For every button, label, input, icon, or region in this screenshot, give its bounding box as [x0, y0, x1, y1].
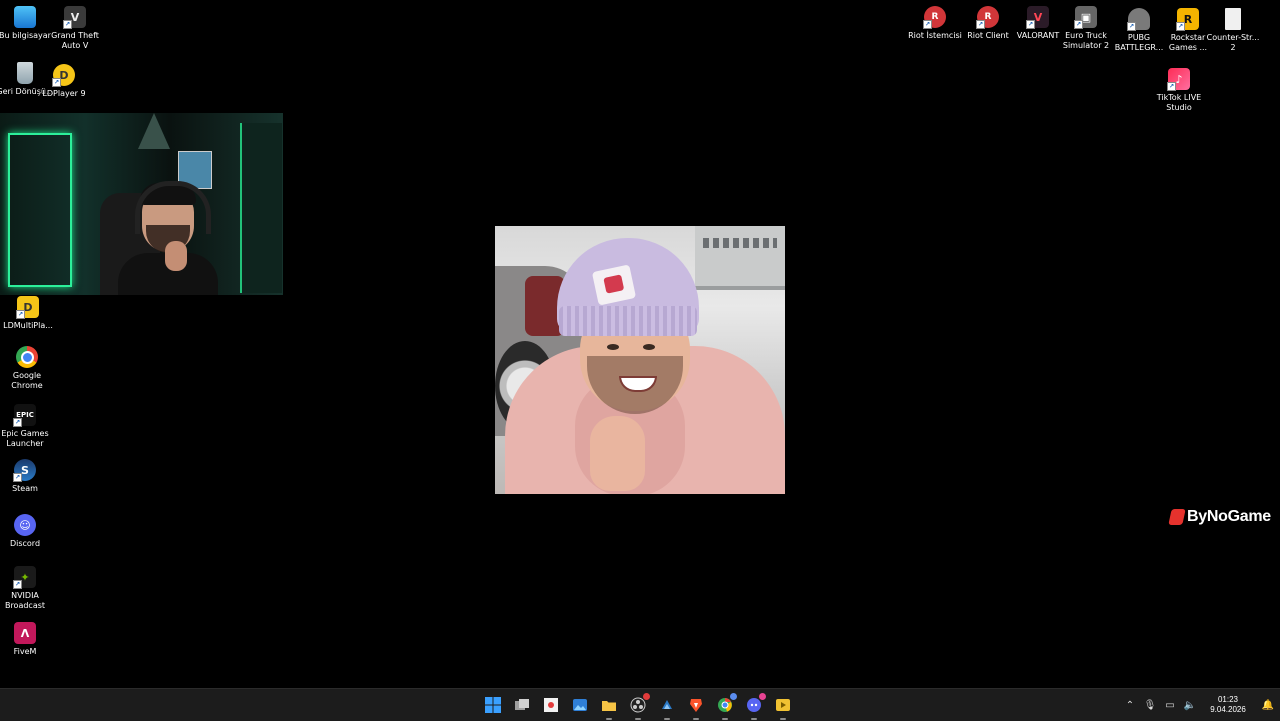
- taskbar-apps: [483, 689, 793, 721]
- system-tray: ⌃ 🎙 ▭ 🔈 01:23 9.04.2026 🔔: [1120, 689, 1280, 721]
- rockstar-icon: R ↗: [1176, 8, 1199, 31]
- desktop-icon-label: Grand Theft Auto V: [51, 31, 99, 50]
- epic-games-icon: EPIC ↗: [13, 404, 36, 427]
- ldplayer-icon: D ↗: [52, 64, 75, 87]
- truck-icon: ▣ ↗: [1074, 6, 1097, 29]
- center-photo: [495, 226, 785, 494]
- notification-dot-icon: [759, 693, 766, 700]
- brave-button[interactable]: [686, 693, 706, 720]
- desktop-icon-euro-truck[interactable]: ▣ ↗ Euro Truck Simulator 2: [1058, 6, 1114, 51]
- notification-bell-icon[interactable]: 🔔: [1256, 700, 1280, 711]
- chrome-icon: [16, 346, 38, 368]
- taskbar: ⌃ 🎙 ▭ 🔈 01:23 9.04.2026 🔔: [0, 688, 1280, 721]
- monitor-icon: [14, 6, 36, 28]
- obs-button[interactable]: [628, 693, 650, 720]
- steam-icon: S ↗: [13, 459, 36, 482]
- clock[interactable]: 01:23 9.04.2026: [1200, 695, 1256, 715]
- clock-date: 9.04.2026: [1210, 705, 1246, 714]
- nvidia-broadcast-icon: ✦ ↗: [13, 566, 36, 589]
- valorant-icon: V ↗: [1026, 6, 1049, 29]
- desktop-icon-fivem[interactable]: Λ FiveM: [0, 622, 53, 657]
- notification-dot-icon: [730, 693, 737, 700]
- task-view-button[interactable]: [512, 693, 532, 717]
- desktop-icon-label: Discord: [9, 539, 41, 548]
- desktop-icon-label: Steam: [12, 484, 38, 493]
- desktop-icon-chrome[interactable]: Google Chrome: [0, 346, 55, 391]
- recycle-bin-icon: [17, 62, 33, 84]
- desktop-icon-label: Counter-Str... 2: [1206, 33, 1260, 52]
- ldmultiplayer-icon: D ↗: [16, 296, 39, 319]
- desktop-icon-label: FiveM: [13, 647, 37, 656]
- tiktok-live-icon: ♪ ↗: [1167, 68, 1190, 91]
- clock-time: 01:23: [1217, 695, 1239, 704]
- desktop-icon-nvidia-broadcast[interactable]: ✦ ↗ NVIDIA Broadcast: [0, 566, 53, 611]
- folder-icon: [602, 701, 616, 711]
- webcam-overlay: [0, 113, 283, 295]
- file-icon: [1225, 8, 1241, 30]
- riot-client-icon: R ↗: [976, 6, 999, 29]
- desktop-icon-label: Riot İstemcisi: [908, 31, 962, 40]
- desktop-icon-riot-client[interactable]: R ↗ Riot Client: [960, 6, 1016, 41]
- media-player-button[interactable]: [773, 693, 793, 720]
- network-icon[interactable]: ▭: [1160, 700, 1180, 711]
- desktop-icon-epic-games[interactable]: EPIC ↗ Epic Games Launcher: [0, 404, 53, 449]
- speaker-icon[interactable]: 🔈: [1180, 700, 1200, 711]
- desktop-icon-label: Google Chrome: [11, 371, 43, 390]
- bynogame-logo-icon: [1168, 509, 1186, 525]
- photos-icon: [573, 699, 587, 711]
- desktop-icon-ldmultiplayer[interactable]: D ↗ LDMultiPla...: [0, 296, 56, 331]
- steam-icon: [662, 700, 672, 709]
- desktop-icon-label: Epic Games Launcher: [1, 429, 49, 448]
- desktop-icon-label: LDMultiPla...: [3, 321, 53, 330]
- brave-icon: [690, 699, 702, 712]
- start-button[interactable]: [483, 693, 503, 717]
- desktop-icon-label: LDPlayer 9: [42, 89, 86, 98]
- desktop-icon-label: TikTok LIVE Studio: [1156, 93, 1202, 112]
- file-explorer-button[interactable]: [599, 693, 619, 720]
- bynogame-text: ByNoGame: [1187, 508, 1271, 525]
- desktop-icon-ldplayer[interactable]: D ↗ LDPlayer 9: [36, 64, 92, 99]
- media-player-icon: [776, 699, 790, 711]
- desktop-icon-discord[interactable]: ☺ Discord: [0, 514, 53, 549]
- photos-button[interactable]: [570, 693, 590, 717]
- gta-v-icon: V ↗: [63, 6, 86, 29]
- fivem-icon: Λ: [14, 622, 36, 644]
- task-view-icon: [515, 699, 529, 710]
- bynogame-watermark: ByNoGame: [1168, 508, 1271, 526]
- desktop-icon-tiktok-live[interactable]: ♪ ↗ TikTok LIVE Studio: [1151, 68, 1207, 113]
- chevron-up-icon[interactable]: ⌃: [1120, 700, 1140, 711]
- desktop-icon-riot-istemcisi[interactable]: R ↗ Riot İstemcisi: [907, 6, 963, 41]
- windows-icon: [485, 697, 501, 713]
- desktop-icon-label: Euro Truck Simulator 2: [1062, 31, 1110, 50]
- riot-client-icon: R ↗: [923, 6, 946, 29]
- discord-icon: ☺: [14, 514, 36, 536]
- notification-dot-icon: [643, 693, 650, 700]
- steam-taskbar-button[interactable]: [657, 693, 677, 720]
- microphone-icon[interactable]: 🎙: [1140, 700, 1160, 711]
- pubg-helmet-icon: ↗: [1127, 8, 1150, 31]
- desktop-icon-counter-strike[interactable]: Counter-Str... 2: [1205, 8, 1261, 53]
- chrome-taskbar-button[interactable]: [715, 693, 737, 720]
- discord-taskbar-button[interactable]: [744, 693, 766, 720]
- snipping-tool-icon: [544, 698, 558, 712]
- desktop-icon-gta-v[interactable]: V ↗ Grand Theft Auto V: [47, 6, 103, 51]
- desktop-icon-steam[interactable]: S ↗ Steam: [0, 459, 53, 494]
- desktop-icon-label: NVIDIA Broadcast: [4, 591, 46, 610]
- snipping-tool-button[interactable]: [541, 693, 561, 717]
